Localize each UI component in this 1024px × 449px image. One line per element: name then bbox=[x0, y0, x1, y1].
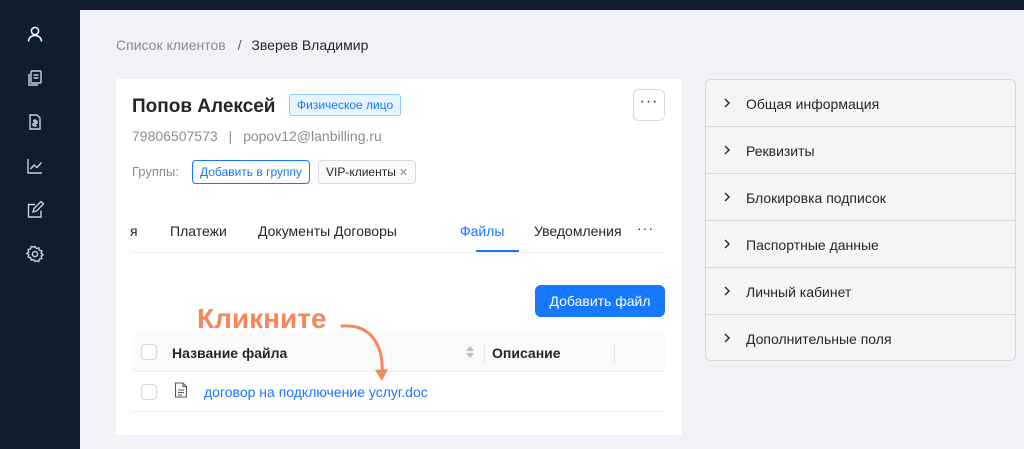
chart-icon[interactable] bbox=[24, 155, 46, 177]
column-divider bbox=[614, 343, 615, 363]
invoice-icon[interactable] bbox=[24, 111, 46, 133]
breadcrumb-separator: / bbox=[237, 37, 242, 53]
chevron-right-icon bbox=[724, 239, 730, 249]
contacts-separator: | bbox=[228, 128, 233, 144]
accordion-label: Блокировка подписок bbox=[746, 190, 886, 206]
breadcrumb-parent-link[interactable]: Список клиентов bbox=[116, 37, 226, 53]
group-tag-label: VIP-клиенты bbox=[326, 165, 396, 179]
client-contacts: 79806507573 | popov12@lanbilling.ru bbox=[132, 128, 382, 144]
groups-label: Группы: bbox=[132, 164, 179, 179]
row-checkbox[interactable] bbox=[141, 384, 157, 400]
file-icon bbox=[174, 382, 188, 398]
settings-icon[interactable] bbox=[24, 243, 46, 265]
active-tab-indicator bbox=[476, 250, 519, 252]
accordion-label: Дополнительные поля bbox=[746, 331, 892, 347]
column-header-description: Описание bbox=[492, 345, 561, 361]
top-bar bbox=[0, 0, 1024, 10]
tab-files[interactable]: Файлы bbox=[460, 223, 504, 239]
info-accordion: Общая информация Реквизиты Блокировка по… bbox=[705, 79, 1016, 361]
sort-icon[interactable] bbox=[465, 344, 475, 360]
client-tabs: я Платежи Документы Договоры Файлы Уведо… bbox=[130, 206, 666, 253]
chevron-right-icon bbox=[724, 192, 730, 202]
chevron-right-icon bbox=[724, 98, 730, 108]
select-all-checkbox[interactable] bbox=[141, 344, 157, 360]
hint-arrow-icon bbox=[340, 324, 388, 381]
accordion-label: Реквизиты bbox=[746, 143, 815, 159]
tab-documents[interactable]: Документы bbox=[258, 223, 330, 239]
accordion-item-requisites[interactable]: Реквизиты bbox=[706, 127, 1015, 174]
tabs-more-button[interactable]: ··· bbox=[637, 220, 654, 236]
user-icon[interactable] bbox=[24, 23, 46, 45]
accordion-item-subscription-lock[interactable]: Блокировка подписок bbox=[706, 174, 1015, 221]
more-actions-button[interactable]: ··· bbox=[633, 89, 665, 121]
accordion-item-additional-fields[interactable]: Дополнительные поля bbox=[706, 315, 1015, 360]
tab-contracts[interactable]: Договоры bbox=[334, 223, 397, 239]
tab-payments[interactable]: Платежи bbox=[170, 223, 227, 239]
chevron-right-icon bbox=[724, 333, 730, 343]
client-email: popov12@lanbilling.ru bbox=[243, 128, 382, 144]
breadcrumb: Список клиентов / Зверев Владимир bbox=[116, 37, 368, 53]
breadcrumb-current: Зверев Владимир bbox=[251, 37, 369, 53]
accordion-label: Общая информация bbox=[746, 96, 880, 112]
edit-icon[interactable] bbox=[24, 199, 46, 221]
accordion-label: Личный кабинет bbox=[746, 284, 852, 300]
accordion-item-passport[interactable]: Паспортные данные bbox=[706, 221, 1015, 268]
tab-notifications[interactable]: Уведомления bbox=[534, 223, 622, 239]
accordion-item-general-info[interactable]: Общая информация bbox=[706, 80, 1015, 127]
tab-partial[interactable]: я bbox=[130, 223, 138, 239]
chevron-right-icon bbox=[724, 145, 730, 155]
add-file-button[interactable]: Добавить файл bbox=[535, 285, 665, 317]
accordion-label: Паспортные данные bbox=[746, 237, 879, 253]
close-icon[interactable]: ✕ bbox=[399, 167, 408, 179]
column-header-name: Название файла bbox=[172, 345, 288, 361]
client-name: Попов Алексей bbox=[132, 96, 276, 117]
client-phone: 79806507573 bbox=[132, 128, 218, 144]
sidebar bbox=[0, 0, 80, 449]
accordion-item-personal-account[interactable]: Личный кабинет bbox=[706, 268, 1015, 315]
add-to-group-button[interactable]: Добавить в группу bbox=[192, 160, 310, 184]
column-divider bbox=[484, 343, 485, 363]
group-tag: VIP-клиенты ✕ bbox=[318, 160, 417, 184]
click-hint-text: Кликните bbox=[197, 303, 327, 334]
client-type-badge: Физическое лицо bbox=[289, 94, 402, 116]
chevron-right-icon bbox=[724, 286, 730, 296]
documents-icon[interactable] bbox=[24, 67, 46, 89]
